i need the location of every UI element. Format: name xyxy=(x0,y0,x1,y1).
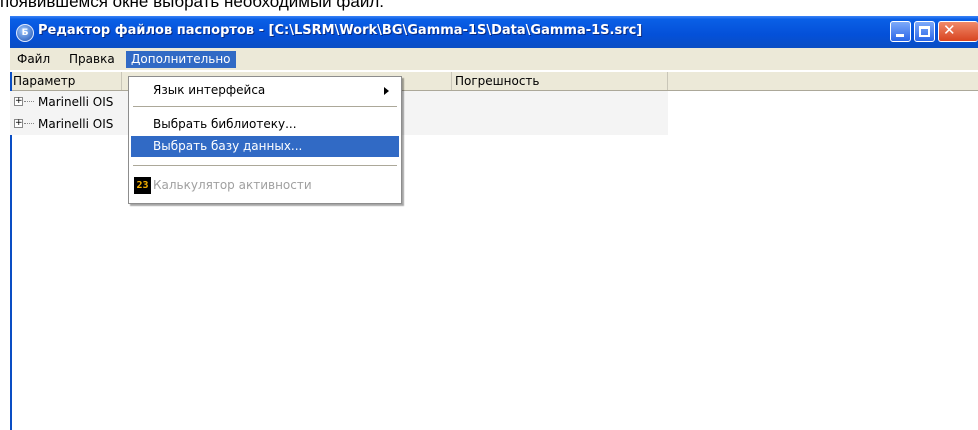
tree-connector xyxy=(24,123,34,124)
submenu-arrow-icon xyxy=(384,87,389,95)
close-icon: ✕ xyxy=(943,21,956,39)
additional-dropdown-menu: Язык интерфейса Выбрать библиотеку... Вы… xyxy=(128,76,402,204)
close-button[interactable]: ✕ xyxy=(938,21,978,42)
expand-icon[interactable]: + xyxy=(14,97,23,106)
column-header-error[interactable]: Погрешность xyxy=(452,72,668,90)
calculator-icon: 23 xyxy=(134,177,151,194)
menu-item-label: Язык интерфейса xyxy=(153,83,266,97)
menu-item-label: Калькулятор активности xyxy=(153,178,312,192)
minimize-button[interactable] xyxy=(890,21,911,42)
caption-text: появившемся окне выбрать необходимый фай… xyxy=(0,0,384,11)
title-bar[interactable]: Б Редактор файлов паспортов - [C:\LSRM\W… xyxy=(10,16,978,48)
tree-row-label[interactable]: Marinelli OIS xyxy=(38,91,113,113)
menu-item-select-library[interactable]: Выбрать библиотеку... xyxy=(131,114,399,135)
tree-connector xyxy=(24,101,34,102)
menu-bar: Файл Правка Дополнительно xyxy=(10,48,978,70)
app-icon[interactable]: Б xyxy=(16,24,34,42)
menu-item-interface-language[interactable]: Язык интерфейса xyxy=(131,80,399,101)
menu-separator xyxy=(133,165,397,166)
tree-row-label[interactable]: Marinelli OIS xyxy=(38,113,113,135)
menu-file[interactable]: Файл xyxy=(12,51,55,68)
menu-separator xyxy=(133,106,397,107)
menu-item-select-database[interactable]: Выбрать базу данных... xyxy=(131,136,399,157)
column-header-parameter[interactable]: Параметр xyxy=(10,72,122,90)
menu-item-activity-calculator[interactable]: 23 Калькулятор активности xyxy=(131,175,399,196)
window-title: Редактор файлов паспортов - [C:\LSRM\Wor… xyxy=(38,23,643,38)
menu-additional[interactable]: Дополнительно xyxy=(126,51,236,68)
maximize-button[interactable] xyxy=(914,21,935,42)
expand-icon[interactable]: + xyxy=(14,119,23,128)
menu-edit[interactable]: Правка xyxy=(64,51,120,68)
